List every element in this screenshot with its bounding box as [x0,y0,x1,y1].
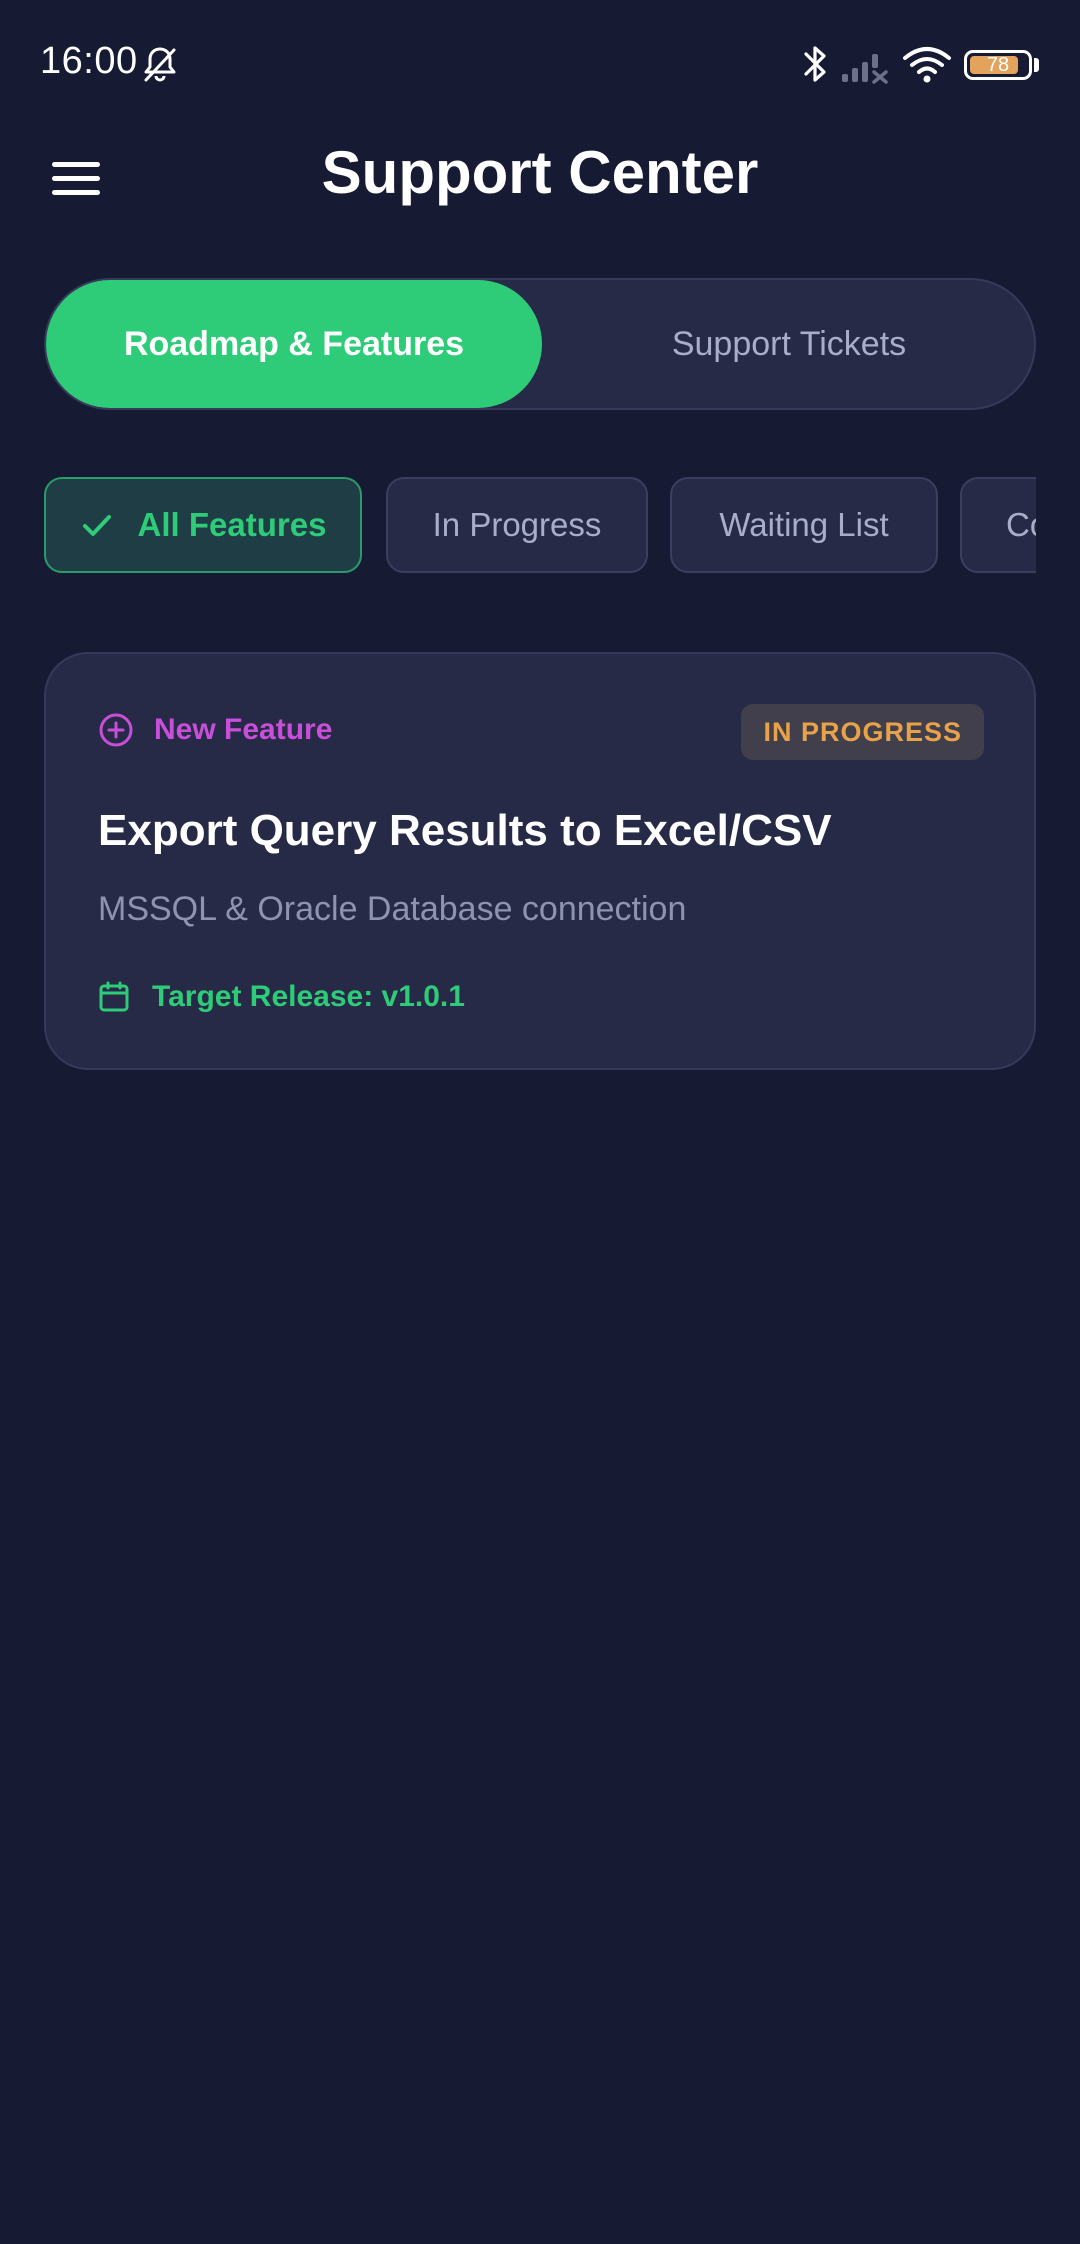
filter-chips: All Features In Progress Waiting List Co [44,477,1036,573]
feature-card[interactable]: New Feature IN PROGRESS Export Query Res… [44,652,1036,1070]
status-bar: 16:00 78 [0,0,1080,130]
filter-chip-completed[interactable]: Co [960,477,1036,573]
page-title: Support Center [321,139,759,206]
tab-support-tickets[interactable]: Support Tickets [542,280,1036,408]
calendar-icon [99,981,129,1012]
status-time: 16:00 [40,40,138,82]
signal-icon [842,54,888,84]
feature-title: Export Query Results to Excel/CSV [98,806,832,855]
target-release: Target Release: v1.0.1 [98,980,465,1014]
plus-circle-icon [99,713,133,747]
filter-chip-in-progress[interactable]: In Progress [386,477,648,573]
battery-level-text: 78 [986,54,1010,76]
filter-chip-waiting-list[interactable]: Waiting List [670,477,938,573]
filter-chip-label: Waiting List [719,506,889,543]
support-center-screen: 16:00 78 Support Center Roadmap & Featur… [0,0,1080,2244]
bell-off-icon [144,47,176,82]
bluetooth-icon [804,46,826,82]
segmented-control: Roadmap & Features Support Tickets [44,278,1036,410]
filter-chip-all-features[interactable]: All Features [44,477,362,573]
feature-type: New Feature [98,712,332,748]
battery-nub [1034,58,1039,72]
filter-chip-label: Co [1006,506,1036,543]
check-icon [82,515,111,536]
feature-type-label: New Feature [154,713,333,746]
target-release-label: Target Release: v1.0.1 [152,980,465,1013]
tab-roadmap-features[interactable]: Roadmap & Features [46,280,542,408]
filter-chip-label: In Progress [432,506,602,543]
status-badge: IN PROGRESS [741,704,984,760]
filter-chip-label: All Features [137,506,327,543]
battery-icon: 78 [964,50,1032,80]
feature-description: MSSQL & Oracle Database connection [98,890,687,928]
wifi-icon [903,47,951,83]
